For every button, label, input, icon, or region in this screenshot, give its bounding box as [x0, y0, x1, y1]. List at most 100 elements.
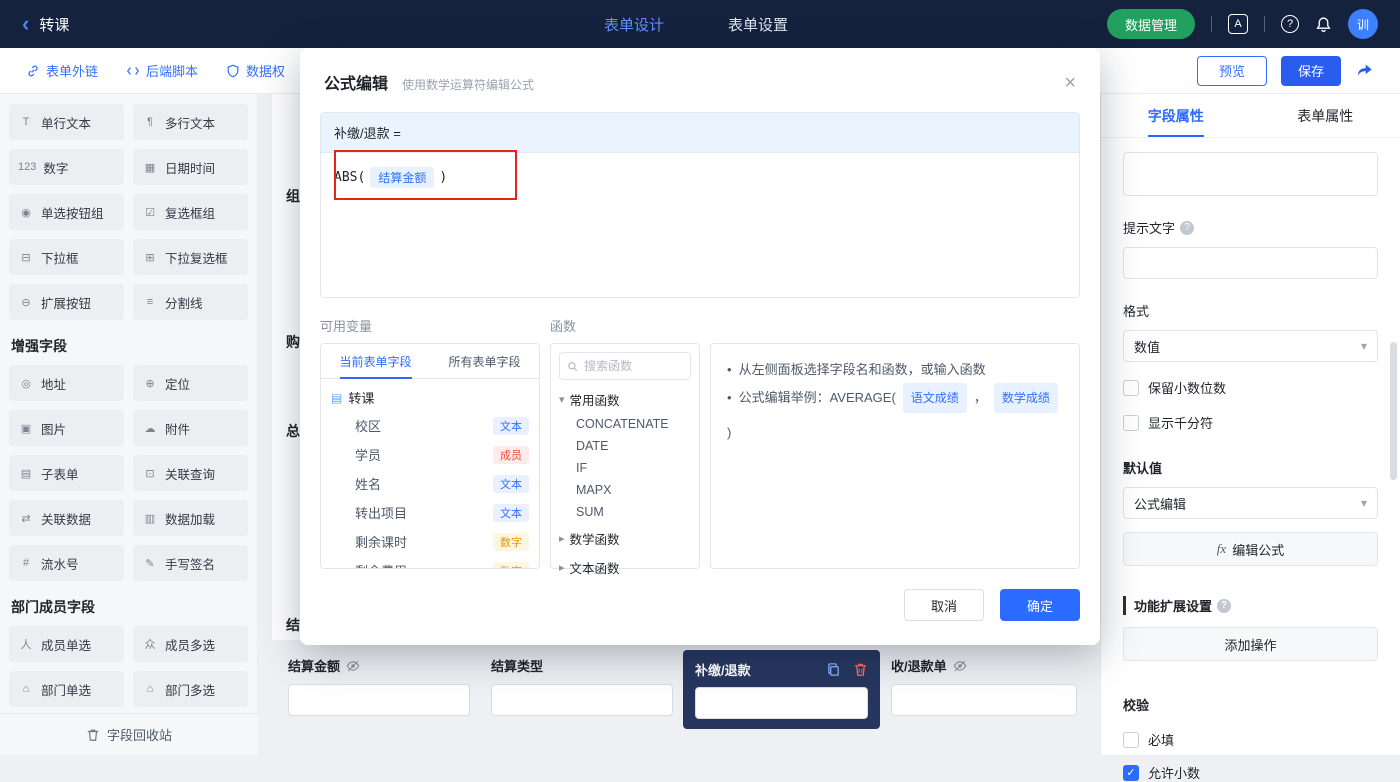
sidebar-field-attachment[interactable]: ☁附件 — [133, 410, 248, 446]
help-icon[interactable]: ? — [1180, 221, 1194, 235]
sidebar-field-dept-multi-select[interactable]: ⌂部门多选 — [133, 671, 248, 707]
sidebar-field-dept-single-select[interactable]: ⌂部门单选 — [9, 671, 124, 707]
sidebar-field-number[interactable]: 123数字 — [9, 149, 124, 185]
delete-field-icon[interactable] — [853, 662, 868, 677]
tab-current-form-fields[interactable]: 当前表单字段 — [321, 344, 430, 378]
canvas-field-settlement-amount[interactable]: 结算金额 — [288, 656, 470, 716]
share-icon[interactable] — [1355, 61, 1374, 80]
edit-formula-button[interactable]: fx 编辑公式 — [1123, 532, 1378, 566]
variable-row[interactable]: 剩余费用数字 — [321, 556, 539, 569]
field-type-label: 定位 — [165, 374, 190, 393]
sidebar-field-data-load[interactable]: ▥数据加载 — [133, 500, 248, 536]
function-group-common[interactable]: ▾ 常用函数 — [559, 390, 691, 409]
required-checkbox[interactable]: 必填 — [1123, 730, 1378, 749]
variable-row[interactable]: 学员成员 — [321, 440, 539, 469]
checkbox-unchecked[interactable] — [1123, 732, 1139, 748]
sidebar-field-handwritten-signature[interactable]: ✎手写签名 — [133, 545, 248, 581]
tab-form-design[interactable]: 表单设计 — [604, 14, 664, 35]
scrollbar-thumb[interactable] — [1390, 342, 1397, 480]
sidebar-field-member-multi-select[interactable]: 众成员多选 — [133, 626, 248, 662]
canvas-field-receipt-refund-note[interactable]: 收/退款单 — [891, 656, 1077, 716]
sidebar-field-address[interactable]: ◎地址 — [9, 365, 124, 401]
sidebar-field-multi-dropdown[interactable]: ⊞下拉复选框 — [133, 239, 248, 275]
radio-icon: ◉ — [18, 206, 34, 219]
sidebar-field-relation-data[interactable]: ⇄关联数据 — [9, 500, 124, 536]
checkbox-checked[interactable]: ✓ — [1123, 765, 1139, 781]
function-item-if[interactable]: IF — [559, 453, 691, 475]
sidebar-field-divider-line[interactable]: ≡分割线 — [133, 284, 248, 320]
help-icon[interactable]: ? — [1281, 15, 1299, 33]
function-item-concatenate[interactable]: CONCATENATE — [559, 409, 691, 431]
add-action-button[interactable]: 添加操作 — [1123, 627, 1378, 661]
format-select[interactable]: 数值 ▾ — [1123, 330, 1378, 362]
select-value: 公式编辑 — [1134, 494, 1186, 513]
field-input[interactable] — [695, 687, 868, 719]
back-chevron-icon: ‹ — [22, 13, 29, 35]
variable-row[interactable]: 转出项目文本 — [321, 498, 539, 527]
thousand-separator-checkbox[interactable]: 显示千分符 — [1123, 413, 1378, 432]
translate-icon[interactable]: A — [1228, 14, 1248, 34]
preview-button[interactable]: 预览 — [1197, 56, 1267, 86]
sidebar-field-checkbox-group[interactable]: ☑复选框组 — [133, 194, 248, 230]
tab-form-settings[interactable]: 表单设置 — [728, 14, 788, 35]
checkbox-unchecked[interactable] — [1123, 415, 1139, 431]
sidebar-field-single-line-text[interactable]: T单行文本 — [9, 104, 124, 140]
save-button[interactable]: 保存 — [1281, 56, 1341, 86]
field-input[interactable] — [288, 684, 470, 716]
keep-decimal-places-checkbox[interactable]: 保留小数位数 — [1123, 378, 1378, 397]
back-button[interactable]: ‹ 转课 — [0, 13, 91, 35]
allow-decimal-checkbox[interactable]: ✓ 允许小数 — [1123, 763, 1378, 782]
sidebar-field-sub-form[interactable]: ▤子表单 — [9, 455, 124, 491]
sidebar-field-radio-group[interactable]: ◉单选按钮组 — [9, 194, 124, 230]
field-recycle-bin[interactable]: 字段回收站 — [0, 713, 258, 755]
sidebar-field-image[interactable]: ▣图片 — [9, 410, 124, 446]
checkbox-icon: ☑ — [142, 206, 158, 219]
function-item-date[interactable]: DATE — [559, 431, 691, 453]
tab-field-properties[interactable]: 字段属性 — [1101, 94, 1251, 137]
link-backend-script[interactable]: 后端脚本 — [126, 61, 198, 80]
field-input[interactable] — [491, 684, 673, 716]
sidebar-field-location[interactable]: ⊕定位 — [133, 365, 248, 401]
sidebar-field-relation-query[interactable]: ⊡关联查询 — [133, 455, 248, 491]
sidebar-field-multi-line-text[interactable]: ¶多行文本 — [133, 104, 248, 140]
cancel-button[interactable]: 取消 — [904, 589, 984, 621]
copy-field-icon[interactable] — [826, 662, 841, 677]
field-type-label: 关联查询 — [165, 464, 215, 483]
canvas-field-refund-selected[interactable]: 补缴/退款 — [683, 650, 880, 729]
variable-row[interactable]: 剩余课时数字 — [321, 527, 539, 556]
close-icon[interactable]: × — [1064, 73, 1076, 93]
sidebar-field-serial-number[interactable]: #流水号 — [9, 545, 124, 581]
checkbox-unchecked[interactable] — [1123, 380, 1139, 396]
canvas-field-settlement-type[interactable]: 结算类型 — [491, 656, 673, 716]
tab-form-properties[interactable]: 表单属性 — [1251, 94, 1400, 137]
address-icon: ◎ — [18, 377, 34, 390]
default-value-select[interactable]: 公式编辑 ▾ — [1123, 487, 1378, 519]
variable-row[interactable]: 校区文本 — [321, 411, 539, 440]
tab-all-form-fields[interactable]: 所有表单字段 — [430, 344, 539, 378]
function-group-math[interactable]: ▸ 数学函数 — [559, 529, 691, 548]
hint-text-input[interactable] — [1123, 247, 1378, 279]
sidebar-field-member-single-select[interactable]: 人成员单选 — [9, 626, 124, 662]
search-input[interactable] — [584, 359, 683, 373]
avatar[interactable]: 训 — [1348, 9, 1378, 39]
variable-row[interactable]: 姓名文本 — [321, 469, 539, 498]
form-tree-root[interactable]: ▤ 转课 — [321, 379, 539, 411]
field-name-box[interactable] — [1123, 152, 1378, 196]
data-manage-button[interactable]: 数据管理 — [1107, 9, 1195, 39]
function-search-box[interactable] — [559, 352, 691, 380]
bell-icon[interactable] — [1315, 16, 1332, 33]
field-input[interactable] — [891, 684, 1077, 716]
function-item-mapx[interactable]: MAPX — [559, 475, 691, 497]
function-item-sum[interactable]: SUM — [559, 497, 691, 519]
sidebar-field-date-time[interactable]: ▦日期时间 — [133, 149, 248, 185]
sidebar-field-dropdown[interactable]: ⊟下拉框 — [9, 239, 124, 275]
sidebar-field-extend-button[interactable]: ⊖扩展按钮 — [9, 284, 124, 320]
link-data-permission[interactable]: 数据权 — [226, 61, 285, 80]
function-group-text[interactable]: ▸ 文本函数 — [559, 558, 691, 577]
number-icon: 123 — [18, 161, 36, 173]
confirm-button[interactable]: 确定 — [1000, 589, 1080, 621]
formula-input-area[interactable]: ABS( 结算金额 ) — [321, 153, 1079, 202]
link-form-external[interactable]: 表单外链 — [26, 61, 98, 80]
checkbox-label: 必填 — [1148, 730, 1174, 749]
help-icon[interactable]: ? — [1217, 599, 1231, 613]
